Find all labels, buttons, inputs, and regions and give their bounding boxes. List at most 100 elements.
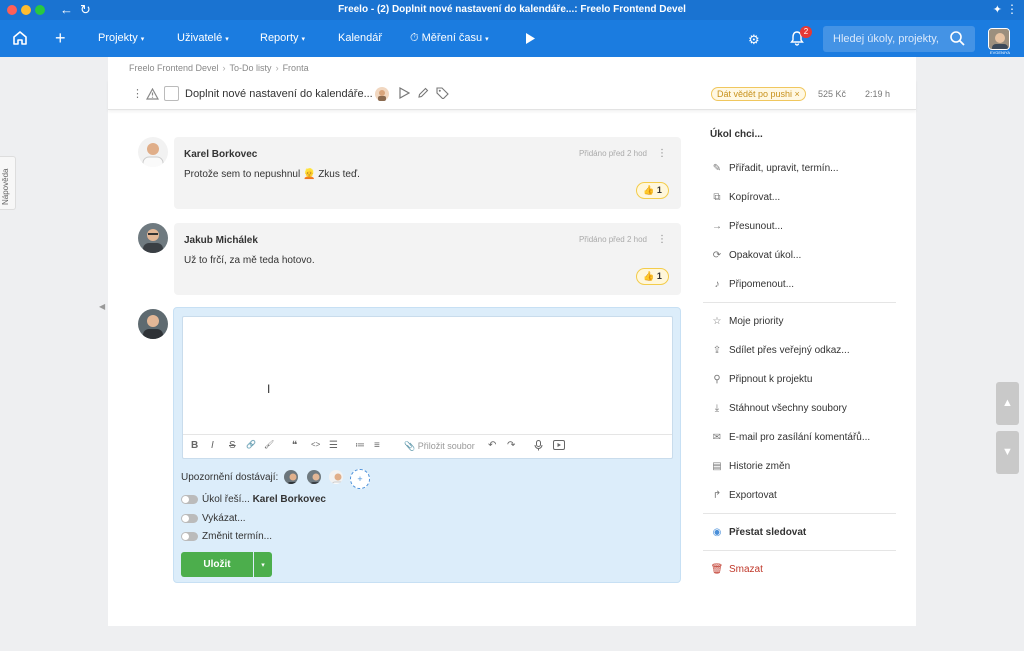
nav-kalendar[interactable]: Kalendář	[338, 32, 382, 44]
comment-author[interactable]: Karel Borkovec	[184, 149, 257, 160]
extension-icon[interactable]: ✦	[993, 3, 1002, 16]
search-icon[interactable]	[950, 31, 965, 49]
nav-mereni-casu[interactable]: ⏱ Měření času ▾	[410, 32, 489, 45]
star-icon: ☆	[712, 316, 722, 327]
menu-item-pin[interactable]: ⚲ Připnout k projektu	[710, 374, 812, 385]
notify-user-avatar[interactable]	[282, 468, 300, 486]
save-dropdown-chevron-icon[interactable]: ▾	[254, 552, 272, 577]
menu-item-email[interactable]: ✉ E-mail pro zasílání komentářů...	[710, 432, 870, 443]
notify-user-avatar[interactable]	[327, 468, 345, 486]
search-box	[823, 26, 975, 52]
task-detail-card: Freelo Frontend Devel › To-Do listy › Fronta…	[108, 57, 916, 626]
nav-uzivatele[interactable]: Uživatelé ▾	[177, 32, 229, 44]
change-deadline-toggle-row[interactable]: Změnit termín...	[181, 531, 272, 542]
notify-user-avatar[interactable]	[305, 468, 323, 486]
more-icon[interactable]: ⋮	[1006, 2, 1018, 16]
task-checkbox[interactable]	[164, 86, 179, 101]
log-time-toggle[interactable]	[181, 513, 198, 523]
task-header: ⋮ Doplnit nové nastavení do kalendáře...…	[108, 79, 916, 110]
warning-icon[interactable]	[145, 87, 160, 103]
tag-icon[interactable]	[436, 87, 449, 102]
menu-item-repeat[interactable]: ⟳ Opakovat úkol...	[710, 250, 801, 261]
collapse-arrow-icon[interactable]: ◀	[99, 302, 105, 311]
save-button-group: Uložit ▾	[181, 552, 272, 577]
log-time-toggle-row[interactable]: Vykázat...	[181, 513, 246, 524]
brush-button[interactable]: 🖌	[264, 440, 274, 449]
breadcrumb-list[interactable]: Fronta	[283, 63, 309, 73]
strikethrough-button[interactable]: S	[229, 440, 236, 451]
nav-reporty[interactable]: Reporty ▾	[260, 32, 305, 44]
task-price: 525 Kč	[818, 89, 847, 99]
task-label-tag[interactable]: Dát vědět po pushi ×	[711, 87, 806, 101]
drag-handle-icon[interactable]: ⋮	[132, 87, 143, 100]
add-notify-user-icon[interactable]: +	[350, 469, 370, 489]
redo-icon[interactable]: ↷	[507, 440, 515, 451]
comment-author[interactable]: Jakub Michálek	[184, 235, 258, 246]
attach-file-button[interactable]: 📎 Přiložit soubor	[404, 441, 475, 452]
menu-item-unfollow[interactable]: ◉ Přestat sledovat	[710, 527, 807, 538]
download-icon: ⤓	[714, 403, 720, 414]
like-button[interactable]: 👍 1	[636, 268, 669, 285]
comment-timestamp: Přidáno před 2 hod	[578, 235, 647, 244]
change-deadline-toggle[interactable]	[181, 531, 198, 541]
microphone-icon[interactable]	[534, 440, 543, 454]
scroll-down-button[interactable]: ▼	[996, 431, 1019, 474]
add-icon[interactable]: +	[55, 29, 66, 47]
comment-composer: I B I S 🔗 🖌 ❝ <> ☰ ≔ ≡ 📎 Přiložit soubor…	[173, 307, 681, 583]
menu-item-download[interactable]: ⤓ Stáhnout všechny soubory	[710, 403, 847, 414]
user-avatar[interactable]	[988, 28, 1010, 50]
menu-item-share[interactable]: ⇪ Sdílet přes veřejný odkaz...	[710, 345, 850, 356]
task-time: 2:19 h	[865, 89, 891, 99]
repeat-icon: ⟳	[712, 250, 722, 261]
trash-icon: 🗑	[710, 564, 724, 575]
comment-editor[interactable]: I B I S 🔗 🖌 ❝ <> ☰ ≔ ≡ 📎 Přiložit soubor…	[182, 316, 673, 459]
nav-projekty[interactable]: Projekty ▾	[98, 32, 144, 44]
menu-item-copy[interactable]: ⧉ Kopírovat...	[710, 192, 780, 203]
comment-menu-icon[interactable]: ⋮	[657, 148, 667, 159]
align-button[interactable]: ☰	[329, 440, 338, 451]
code-button[interactable]: <>	[311, 440, 320, 449]
assignee-name: Karel Borkovec	[252, 494, 326, 505]
play-timer-icon[interactable]	[525, 33, 535, 47]
menu-divider	[703, 550, 896, 551]
italic-button[interactable]: I	[211, 440, 214, 451]
undo-icon[interactable]: ↶	[488, 440, 496, 451]
menu-item-priorities[interactable]: ☆ Moje priority	[710, 316, 784, 327]
like-button[interactable]: 👍 1	[636, 182, 669, 199]
menu-item-remind[interactable]: ♪ Připomenout...	[710, 279, 795, 290]
bullet-list-button[interactable]: ≔	[355, 440, 365, 451]
task-name[interactable]: Doplnit nové nastavení do kalendáře...	[185, 88, 373, 100]
assignee-toggle-row[interactable]: Úkol řeší... Karel Borkovec	[181, 494, 326, 505]
play-icon[interactable]	[399, 86, 411, 102]
window-title: Freelo - (2) Doplnit nové nastavení do k…	[338, 4, 686, 15]
text-cursor-icon: I	[267, 382, 271, 396]
copy-icon: ⧉	[713, 192, 721, 203]
quote-button[interactable]: ❝	[292, 440, 297, 451]
comment-author-avatar	[138, 223, 168, 253]
assignee-toggle[interactable]	[181, 494, 198, 504]
menu-item-export[interactable]: ↱ Exportovat	[710, 490, 777, 501]
breadcrumb-todo-lists[interactable]: To-Do listy	[230, 63, 272, 73]
home-icon[interactable]	[12, 30, 28, 49]
menu-item-move[interactable]: → Přesunout...	[710, 221, 783, 232]
comment-text: Už to frčí, za mě teda hotovo.	[184, 255, 315, 266]
pencil-icon: ✎	[712, 163, 722, 174]
numbered-list-button[interactable]: ≡	[374, 440, 380, 451]
save-button[interactable]: Uložit	[181, 552, 253, 577]
menu-item-assign[interactable]: ✎ Přiřadit, upravit, termín...	[710, 163, 839, 174]
link-button[interactable]: 🔗	[246, 440, 256, 449]
menu-heading: Úkol chci...	[710, 129, 763, 140]
help-tab[interactable]: Nápověda	[0, 156, 16, 210]
bold-button[interactable]: B	[191, 440, 198, 451]
breadcrumb-project[interactable]: Freelo Frontend Devel	[129, 63, 219, 73]
comment-menu-icon[interactable]: ⋮	[657, 234, 667, 245]
menu-item-delete[interactable]: 🗑 Smazat	[710, 564, 763, 575]
scroll-up-button[interactable]: ▲	[996, 382, 1019, 425]
search-input[interactable]	[823, 26, 941, 52]
pencil-icon[interactable]	[417, 87, 429, 102]
bell-icon: ♪	[714, 279, 720, 290]
video-icon[interactable]	[553, 440, 565, 453]
assignee-avatar[interactable]	[375, 87, 389, 101]
menu-item-history[interactable]: ▤ Historie změn	[710, 461, 790, 472]
gear-icon[interactable]: ⚙	[748, 32, 760, 48]
